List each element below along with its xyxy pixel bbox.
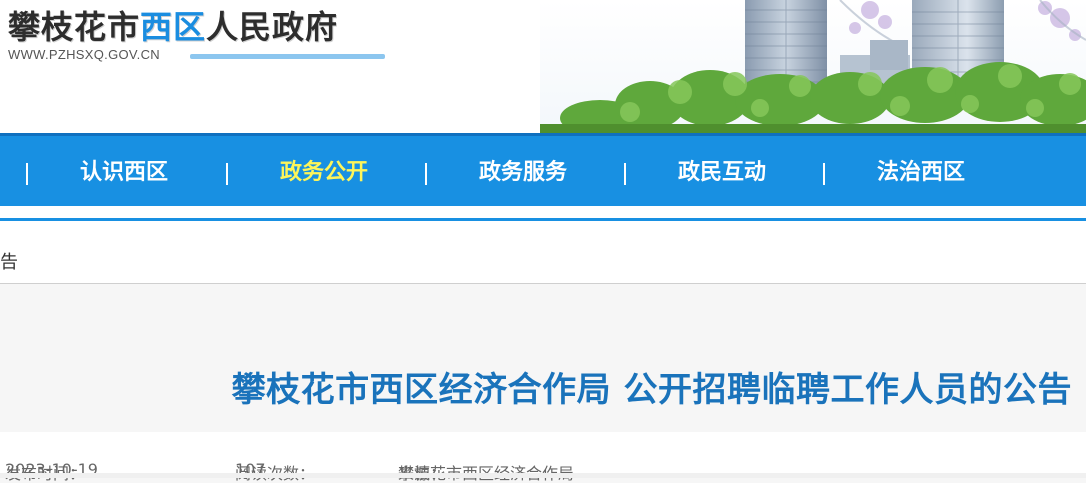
nav-separator xyxy=(823,163,825,185)
article-meta: 发布时间：2023-10-19 阅读次数：107 来源：攀枝花市西区经济合作局 xyxy=(0,432,1086,483)
article-source-value: 攀枝花市西区经济合作局 xyxy=(398,460,574,484)
site-title-gov: 人民政府 xyxy=(206,8,339,46)
nav-item-gov-services[interactable]: 政务服务 xyxy=(479,158,567,188)
article-panel: 攀枝花市西区经济合作局 公开招聘临聘工作人员的公告 发布时间：2023-10-1… xyxy=(0,284,1086,483)
nav-separator xyxy=(26,163,28,185)
site-title[interactable]: 攀枝花市西区人民政府 xyxy=(8,2,338,48)
nav-item-public-interaction[interactable]: 政民互动 xyxy=(678,158,766,188)
site-url: WWW.PZHSXQ.GOV.CN xyxy=(8,47,160,62)
nav-underline xyxy=(0,218,1086,221)
header-banner-image xyxy=(540,0,1086,133)
site-title-city: 攀枝花市 xyxy=(8,8,141,46)
nav-separator xyxy=(425,163,427,185)
nav-item-rule-of-law[interactable]: 法治西区 xyxy=(877,158,965,188)
nav-separator xyxy=(624,163,626,185)
site-header: 攀枝花市西区人民政府 WWW.PZHSXQ.GOV.CN xyxy=(0,0,1086,133)
url-underline xyxy=(190,54,385,59)
meta-divider xyxy=(0,473,1086,478)
nav-item-gov-affairs-open[interactable]: 政务公开 xyxy=(280,158,368,188)
main-nav: 认识西区 政务公开 政务服务 政民互动 法治西区 xyxy=(0,133,1086,206)
article-title: 攀枝花市西区经济合作局 公开招聘临聘工作人员的公告 xyxy=(231,370,1072,410)
nav-item-understand-xiqu[interactable]: 认识西区 xyxy=(80,158,168,188)
breadcrumb[interactable]: 告 xyxy=(0,248,18,274)
site-title-district: 西区 xyxy=(140,8,207,46)
nav-separator xyxy=(226,163,228,185)
